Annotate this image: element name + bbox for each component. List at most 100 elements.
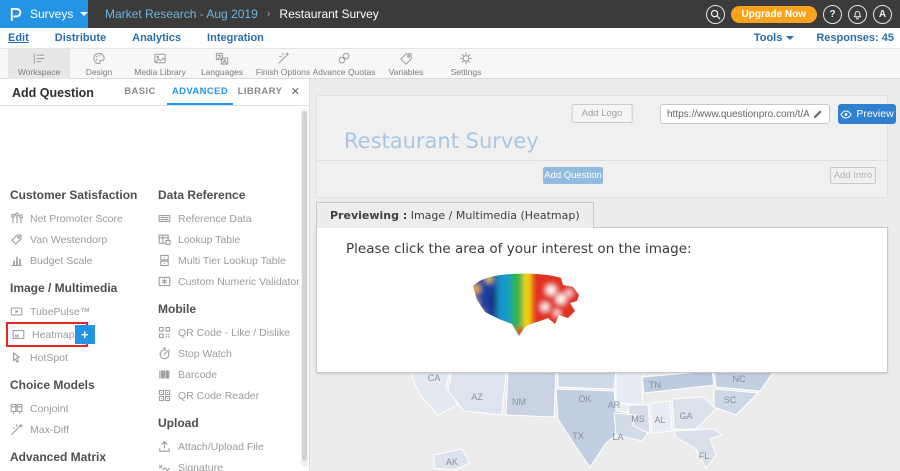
section-image-multimedia: Image / Multimedia TubePulse™ Heatmap + bbox=[10, 282, 150, 368]
chevron-down-icon bbox=[786, 36, 794, 40]
edit-toolbar: Workspace Design Media Library Languages… bbox=[0, 49, 900, 79]
toolbar-media-library[interactable]: Media Library bbox=[129, 49, 191, 79]
qtype-multi-tier-lookup-table[interactable]: Multi Tier Lookup Table bbox=[158, 250, 306, 271]
qtype-custom-numeric-validator[interactable]: Custom Numeric Validator bbox=[158, 271, 306, 292]
tools-label: Tools bbox=[754, 32, 783, 44]
toolbar-languages[interactable]: Languages bbox=[191, 49, 253, 79]
qtype-conjoint[interactable]: Conjoint bbox=[10, 398, 150, 419]
toolbar-label: Settings bbox=[451, 67, 482, 77]
state-label: LA bbox=[612, 432, 623, 442]
state-label: FL bbox=[699, 451, 710, 461]
close-panel-button[interactable]: ✕ bbox=[291, 85, 300, 98]
previewing-value: Image / Multimedia (Heatmap) bbox=[407, 209, 579, 222]
tab-advanced[interactable]: ADVANCED bbox=[167, 79, 233, 105]
qtype-lookup-table[interactable]: Lookup Table bbox=[158, 229, 306, 250]
preview-button[interactable]: Preview bbox=[838, 104, 896, 124]
tab-edit[interactable]: Edit bbox=[8, 32, 29, 44]
toolbar-label: Advance Quotas bbox=[313, 67, 376, 77]
toolbar-label: Languages bbox=[201, 67, 243, 77]
qtype-net-promoter-score[interactable]: Net Promoter Score bbox=[10, 208, 150, 229]
edit-url-pencil-icon[interactable] bbox=[811, 108, 824, 121]
state-label: GA bbox=[679, 411, 692, 421]
toolbar-settings[interactable]: Settings bbox=[435, 49, 497, 79]
tab-integration[interactable]: Integration bbox=[207, 32, 264, 44]
topbar-actions: Upgrade Now ? A bbox=[706, 0, 892, 28]
upgrade-now-button[interactable]: Upgrade Now bbox=[731, 6, 817, 23]
qtype-signature[interactable]: Signature bbox=[158, 457, 306, 471]
palette-icon bbox=[91, 51, 107, 66]
tab-analytics[interactable]: Analytics bbox=[132, 32, 181, 44]
qtype-barcode[interactable]: Barcode bbox=[158, 364, 306, 385]
section-title: Choice Models bbox=[10, 379, 150, 392]
tab-basic[interactable]: BASIC bbox=[115, 79, 165, 105]
qtype-budget-scale[interactable]: Budget Scale bbox=[10, 250, 150, 271]
state-label: AZ bbox=[471, 392, 483, 402]
questionpro-logo-surveys-menu[interactable]: Surveys bbox=[0, 0, 88, 28]
heatmap-usa-image[interactable] bbox=[465, 268, 589, 342]
qtype-tubepulse[interactable]: TubePulse™ bbox=[10, 301, 150, 322]
qtype-reference-data[interactable]: Reference Data bbox=[158, 208, 306, 229]
qtype-van-westendorp[interactable]: Van Westendorp bbox=[10, 229, 150, 250]
notifications-button[interactable] bbox=[848, 5, 867, 24]
qtype-qr-code-reader[interactable]: QR Code Reader bbox=[158, 385, 306, 406]
toolbar-workspace[interactable]: Workspace bbox=[8, 49, 70, 79]
qtype-label: Custom Numeric Validator bbox=[178, 276, 300, 288]
breadcrumb: Market Research - Aug 2019 › Restaurant … bbox=[105, 0, 379, 28]
add-intro-button[interactable]: Add Intro bbox=[830, 167, 876, 184]
section-title: Image / Multimedia bbox=[10, 282, 150, 295]
search-icon bbox=[710, 9, 721, 20]
previewing-label: Previewing : bbox=[330, 209, 407, 222]
survey-title[interactable]: Restaurant Survey bbox=[344, 129, 539, 153]
panel-scrollbar[interactable] bbox=[301, 109, 308, 467]
qtype-qr-code-like-dislike[interactable]: QR Code - Like / Dislike bbox=[158, 322, 306, 343]
qtype-label: Reference Data bbox=[178, 213, 252, 225]
qtype-label: Net Promoter Score bbox=[30, 213, 123, 225]
state-label: AK bbox=[446, 457, 458, 467]
toolbar-finish-options[interactable]: Finish Options bbox=[252, 49, 314, 79]
section-upload: Upload Attach/Upload File Signature bbox=[158, 417, 306, 471]
qtype-max-diff[interactable]: Max-Diff bbox=[10, 419, 150, 440]
links-icon bbox=[336, 51, 352, 66]
breadcrumb-folder[interactable]: Market Research - Aug 2019 bbox=[105, 7, 258, 21]
state-label: CA bbox=[428, 373, 441, 383]
toolbar-advance-quotas[interactable]: Advance Quotas bbox=[313, 49, 375, 79]
add-heatmap-question-button[interactable]: + bbox=[75, 325, 95, 344]
section-customer-satisfaction: Customer Satisfaction Net Promoter Score… bbox=[10, 189, 150, 271]
section-choice-models: Choice Models Conjoint Max-Diff bbox=[10, 379, 150, 440]
signature-icon bbox=[158, 461, 171, 471]
qr-reader-icon bbox=[158, 389, 171, 402]
image-icon bbox=[152, 51, 168, 66]
panel-column-2: Data Reference Reference Data Lookup Tab… bbox=[158, 184, 306, 471]
eye-icon bbox=[840, 110, 852, 119]
question-text: Please click the area of your interest o… bbox=[346, 241, 692, 257]
avatar[interactable]: A bbox=[873, 5, 892, 24]
toolbar-design[interactable]: Design bbox=[68, 49, 130, 79]
add-question-button[interactable]: Add Question bbox=[543, 167, 603, 184]
qtype-label: Multi Tier Lookup Table bbox=[178, 255, 286, 267]
add-logo-button[interactable]: Add Logo bbox=[572, 104, 633, 123]
section-mobile: Mobile QR Code - Like / Dislike Stop Wat… bbox=[158, 303, 306, 406]
survey-url-input[interactable] bbox=[661, 109, 811, 120]
product-name: Surveys bbox=[30, 7, 73, 21]
us-map-background: CA AZ NM OK AR TN NC SC MS AL GA TX LA F… bbox=[316, 371, 812, 471]
state-label: MS bbox=[631, 414, 645, 424]
state-label: TX bbox=[572, 431, 584, 441]
toolbar-variables[interactable]: Variables bbox=[375, 49, 437, 79]
help-button[interactable]: ? bbox=[823, 5, 842, 24]
panel-column-1: Customer Satisfaction Net Promoter Score… bbox=[10, 184, 150, 471]
toolbar-label: Design bbox=[86, 67, 112, 77]
search-button[interactable] bbox=[706, 5, 725, 24]
qtype-label: Conjoint bbox=[30, 403, 69, 415]
qtype-hotspot[interactable]: HotSpot bbox=[10, 347, 150, 368]
qtype-heatmap[interactable]: Heatmap bbox=[12, 324, 75, 345]
panel-scrollbar-thumb[interactable] bbox=[302, 111, 307, 461]
tab-library[interactable]: LIBRARY bbox=[235, 79, 285, 105]
qtype-label: Van Westendorp bbox=[30, 234, 107, 246]
panel-title: Add Question bbox=[12, 86, 94, 100]
section-advanced-matrix: Advanced Matrix Side-By-Side Matrix Comp… bbox=[10, 451, 150, 471]
tab-distribute[interactable]: Distribute bbox=[55, 32, 106, 44]
tools-menu[interactable]: Tools bbox=[754, 32, 795, 44]
qtype-attach-upload-file[interactable]: Attach/Upload File bbox=[158, 436, 306, 457]
qtype-stop-watch[interactable]: Stop Watch bbox=[158, 343, 306, 364]
responses-count[interactable]: Responses: 45 bbox=[816, 32, 894, 44]
